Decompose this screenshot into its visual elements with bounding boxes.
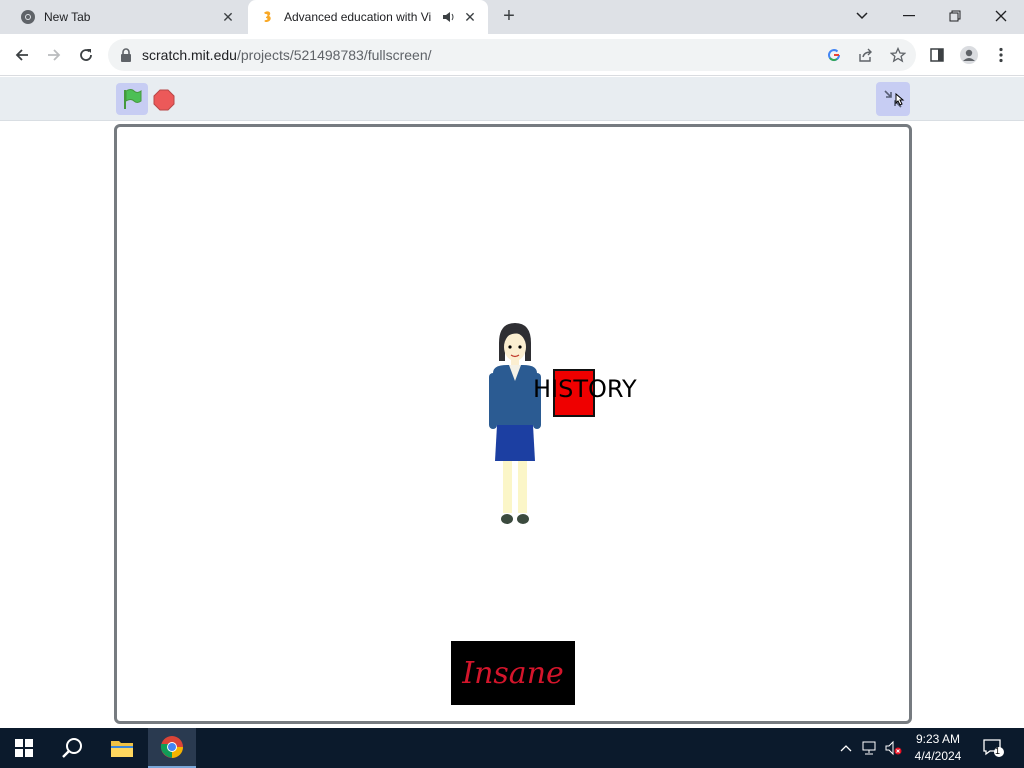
volume-muted-icon[interactable] — [884, 738, 904, 758]
url-text[interactable]: scratch.mit.edu/projects/521498783/fulls… — [142, 47, 432, 63]
green-flag-button[interactable] — [116, 83, 148, 115]
tab-new-tab[interactable]: New Tab ✕ — [8, 0, 246, 34]
network-icon[interactable] — [860, 738, 880, 758]
address-bar[interactable]: scratch.mit.edu/projects/521498783/fulls… — [108, 39, 916, 71]
teacher-sprite[interactable] — [485, 321, 553, 533]
windows-taskbar: 9:23 AM 4/4/2024 1 — [0, 728, 1024, 768]
file-explorer-icon[interactable] — [98, 728, 146, 768]
reload-icon[interactable] — [74, 43, 98, 67]
history-label: HISTORY — [533, 375, 637, 403]
insane-label: Insane — [462, 655, 564, 691]
google-lens-icon[interactable] — [824, 45, 844, 65]
tab-strip: New Tab ✕ Advanced education with Vi ✕ + — [0, 0, 1024, 34]
share-icon[interactable] — [856, 45, 876, 65]
insane-difficulty-button[interactable]: Insane — [451, 641, 575, 705]
profile-avatar[interactable] — [958, 44, 980, 66]
project-stage[interactable]: HISTORY Insane — [114, 124, 912, 724]
exit-fullscreen-icon — [884, 90, 905, 108]
notification-center-icon[interactable]: 1 — [982, 738, 1006, 758]
notification-count: 1 — [995, 746, 1001, 756]
system-clock[interactable]: 9:23 AM 4/4/2024 — [908, 731, 968, 765]
speaker-icon[interactable] — [442, 10, 456, 24]
bookmark-star-icon[interactable] — [888, 45, 908, 65]
chrome-icon — [21, 10, 35, 24]
close-window-icon[interactable] — [987, 4, 1015, 28]
minimize-icon[interactable] — [895, 4, 923, 28]
stop-sign-icon — [153, 89, 175, 111]
start-button[interactable] — [0, 728, 48, 768]
chrome-taskbar-icon[interactable] — [148, 728, 196, 768]
restore-icon[interactable] — [941, 4, 969, 28]
menu-kebab-icon[interactable] — [990, 44, 1012, 66]
tab-title: New Tab — [44, 10, 91, 24]
close-tab-icon[interactable]: ✕ — [462, 9, 478, 25]
close-tab-icon[interactable]: ✕ — [220, 9, 236, 25]
scratch-icon — [264, 11, 271, 22]
lock-icon[interactable] — [120, 48, 132, 62]
back-icon[interactable] — [10, 43, 34, 67]
search-icon[interactable] — [48, 728, 96, 768]
chevron-up-icon[interactable] — [836, 738, 856, 758]
green-flag-icon — [124, 89, 142, 109]
url-host: scratch.mit.edu — [142, 47, 237, 63]
browser-toolbar: scratch.mit.edu/projects/521498783/fulls… — [0, 34, 1024, 76]
tab-scratch-project[interactable]: Advanced education with Vi ✕ — [248, 0, 488, 34]
player-controls-bar — [0, 77, 1024, 121]
clock-time: 9:23 AM — [915, 732, 961, 746]
forward-icon[interactable] — [42, 43, 66, 67]
stop-button[interactable] — [153, 89, 175, 111]
side-panel-icon[interactable] — [926, 44, 948, 66]
tab-search-icon[interactable] — [848, 4, 876, 28]
exit-fullscreen-button[interactable] — [876, 82, 910, 116]
tab-title: Advanced education with Vi — [284, 10, 432, 24]
new-tab-button[interactable]: + — [498, 6, 520, 28]
clock-date: 4/4/2024 — [914, 749, 962, 763]
url-path: /projects/521498783/fullscreen/ — [236, 47, 432, 63]
windows-logo-icon — [15, 739, 33, 757]
